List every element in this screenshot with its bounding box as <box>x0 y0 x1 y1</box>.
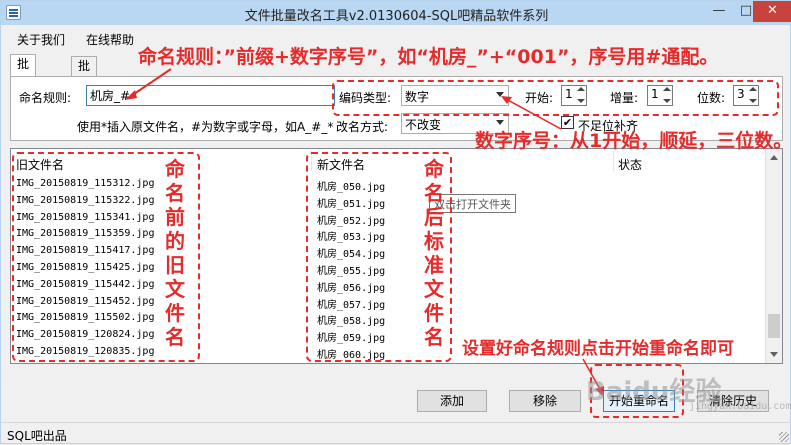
arrow-rule-head <box>125 90 137 100</box>
arrow-rule-line <box>130 68 172 97</box>
watermark-url: jingyan.baidu.com <box>689 401 791 412</box>
app-window: 文件批量改名工具v2.0130604-SQL吧精品软件系列 — □ ✕ 关于我们… <box>0 0 791 444</box>
arrow-sequence-head <box>501 96 512 104</box>
arrow-sequence-line <box>505 98 562 130</box>
